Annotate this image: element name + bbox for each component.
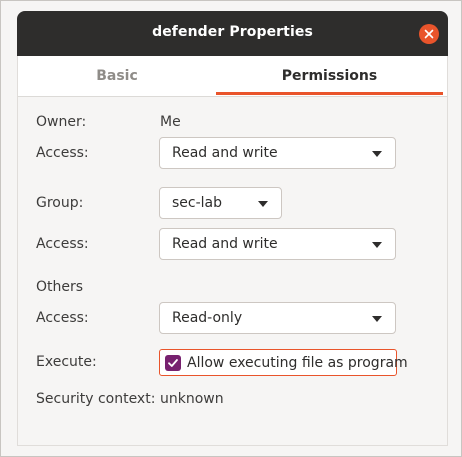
chevron-down-icon: [372, 242, 382, 248]
execute-checkbox-row[interactable]: Allow executing file as program: [159, 349, 408, 376]
group-access-value: Read and write: [172, 236, 278, 252]
window-title: defender Properties: [152, 24, 313, 40]
group-access-label: Access:: [36, 236, 89, 252]
owner-value: Me: [160, 114, 181, 130]
dialog-content: Basic Permissions Owner: Me Access: Read…: [17, 56, 448, 446]
others-access-label: Access:: [36, 310, 89, 326]
chevron-down-icon: [258, 201, 268, 207]
title-bar: defender Properties: [17, 11, 448, 56]
chevron-down-icon: [372, 316, 382, 322]
tab-basic[interactable]: Basic: [18, 56, 216, 96]
others-heading: Others: [36, 279, 84, 295]
others-access-dropdown[interactable]: Read-only: [159, 302, 396, 334]
group-value: sec-lab: [172, 195, 223, 211]
group-access-dropdown[interactable]: Read and write: [159, 228, 396, 260]
security-context-label: Security context:: [36, 391, 156, 407]
owner-access-value: Read and write: [172, 145, 278, 161]
security-context-value: unknown: [160, 391, 224, 407]
close-icon: [424, 29, 434, 39]
others-access-value: Read-only: [172, 310, 243, 326]
owner-label: Owner:: [36, 114, 87, 130]
tab-permissions[interactable]: Permissions: [216, 56, 443, 96]
chevron-down-icon: [372, 151, 382, 157]
group-dropdown[interactable]: sec-lab: [159, 187, 282, 219]
properties-dialog: defender Properties Basic Permissions Ow…: [0, 0, 462, 457]
execute-label: Execute:: [36, 354, 97, 370]
execute-checkbox[interactable]: [165, 354, 181, 371]
close-button[interactable]: [419, 24, 439, 44]
checkmark-icon: [168, 358, 178, 367]
group-label: Group:: [36, 195, 84, 211]
execute-checkbox-label: Allow executing file as program: [187, 354, 408, 371]
owner-access-label: Access:: [36, 145, 89, 161]
owner-access-dropdown[interactable]: Read and write: [159, 137, 396, 169]
active-tab-indicator: [216, 92, 443, 95]
tab-bar: Basic Permissions: [18, 56, 447, 97]
